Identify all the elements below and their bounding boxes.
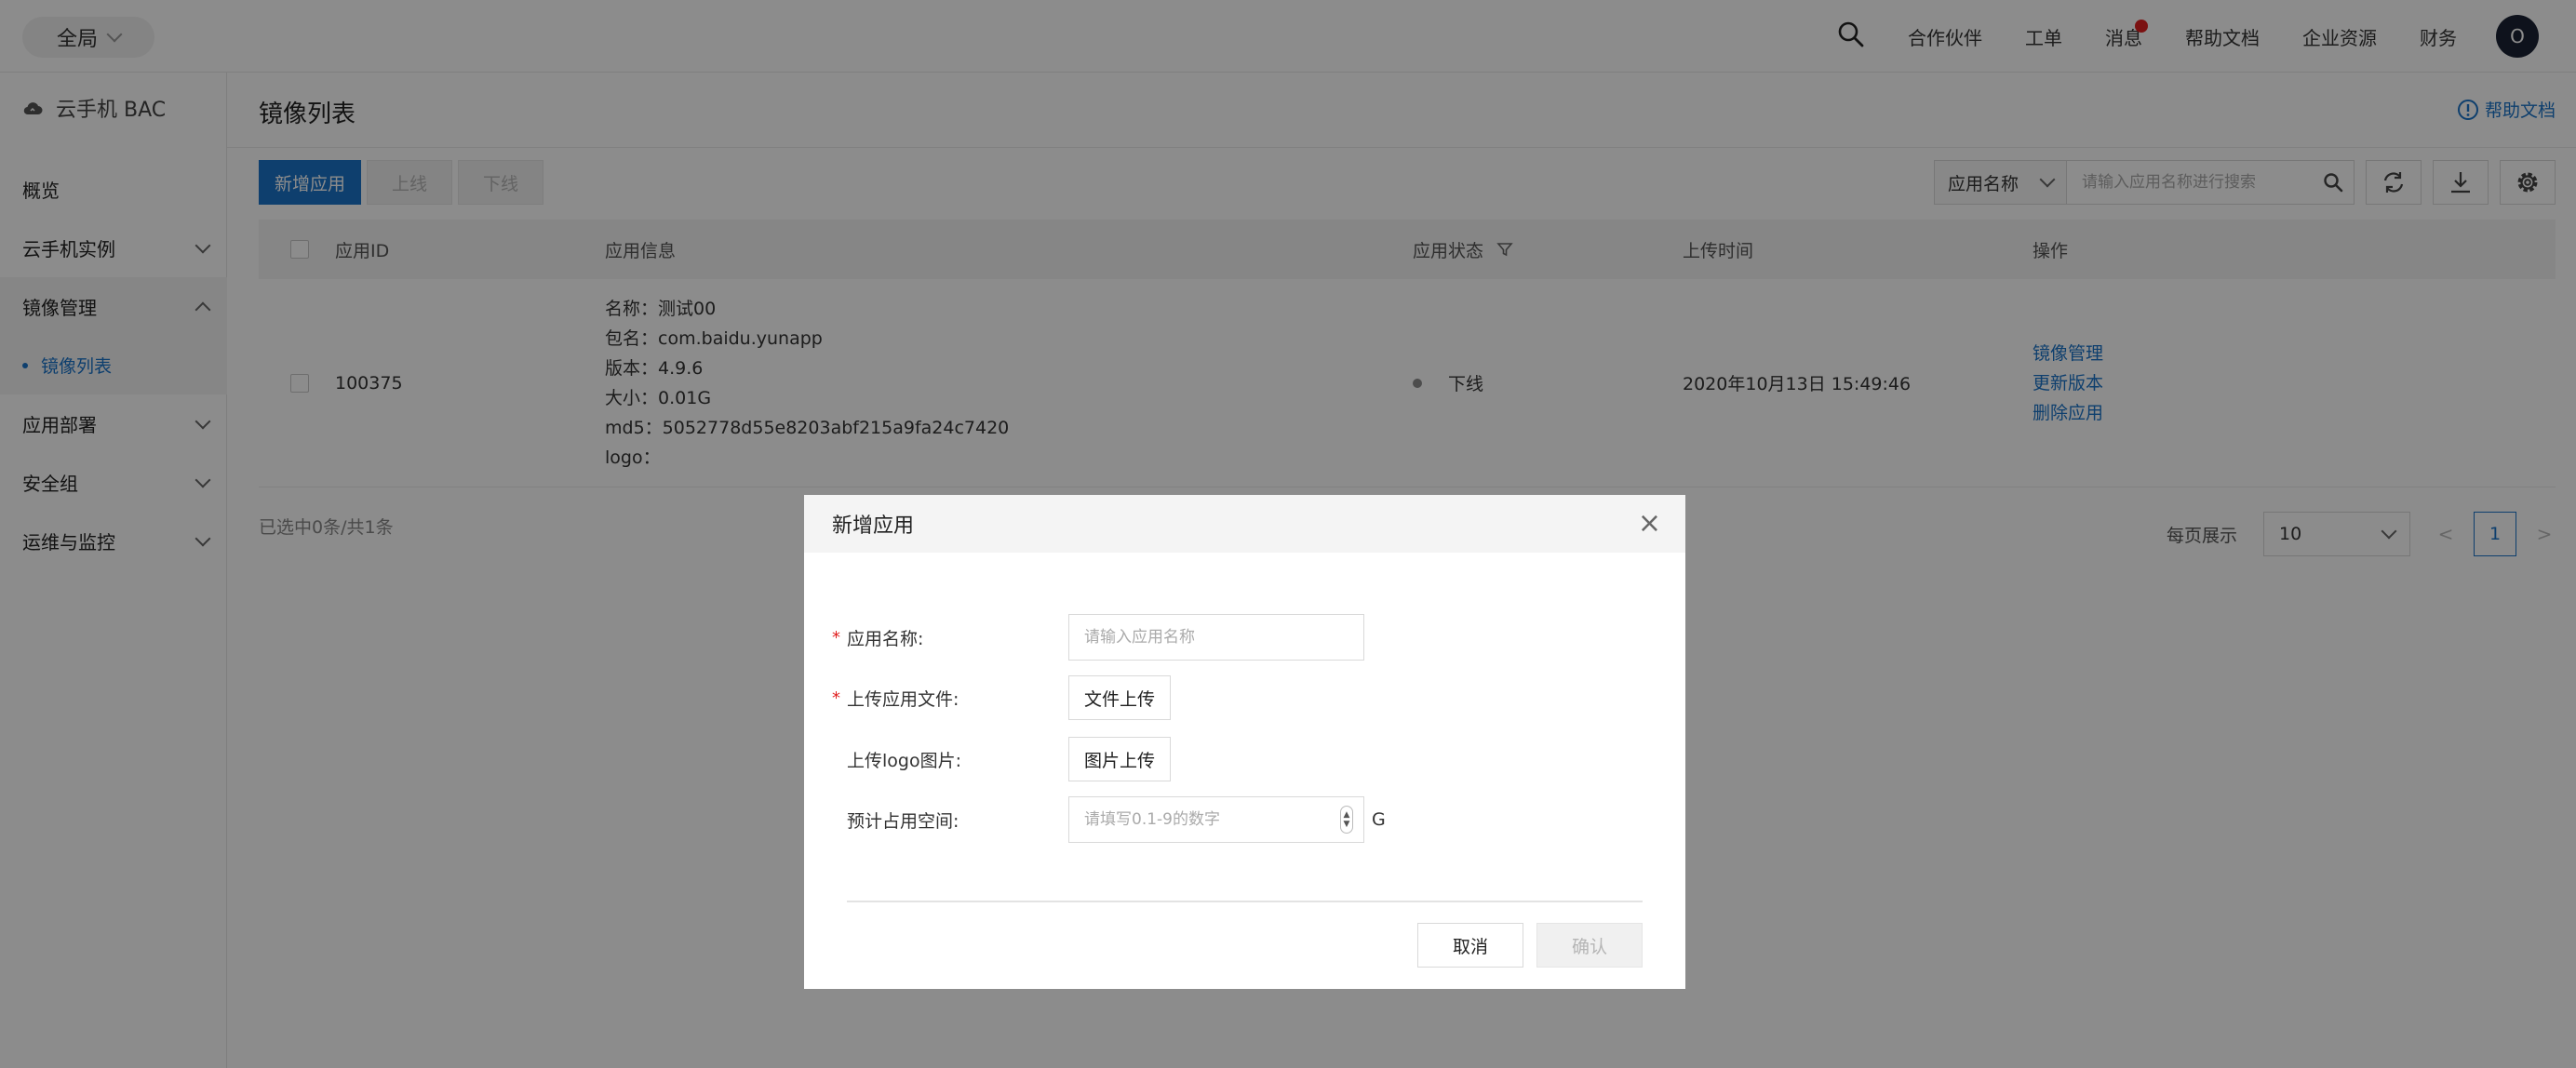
file-upload-button[interactable]: 文件上传 <box>1068 675 1172 720</box>
form-row-logo: 上传logo图片: 图片上传 <box>832 737 1651 781</box>
add-app-dialog: 新增应用 × * 应用名称: * 上传应用文件: 文件上传 上传logo图片: 图片… <box>804 495 1685 989</box>
label-text: 预计占用空间: <box>847 810 959 832</box>
space-label: 预计占用空间: <box>832 808 1068 833</box>
app-file-label: * 上传应用文件: <box>832 686 1068 711</box>
label-text: 上传应用文件: <box>847 688 959 710</box>
required-mark: * <box>832 688 840 708</box>
app-name-input[interactable] <box>1068 614 1364 661</box>
space-input[interactable] <box>1068 796 1364 843</box>
stepper-arrows-icon[interactable]: ▲ ▼ <box>1340 806 1353 834</box>
image-upload-button[interactable]: 图片上传 <box>1068 737 1172 781</box>
label-text: 应用名称: <box>847 628 924 649</box>
form-row-file: * 上传应用文件: 文件上传 <box>832 675 1651 720</box>
app-name-label: * 应用名称: <box>832 625 1068 650</box>
form-row-name: * 应用名称: <box>832 614 1651 661</box>
dialog-actions: 取消 确认 <box>1417 923 1643 968</box>
logo-label: 上传logo图片: <box>832 747 1068 772</box>
confirm-button[interactable]: 确认 <box>1536 923 1643 968</box>
form-row-space: 预计占用空间: ▲▼ G <box>832 796 1651 843</box>
close-icon[interactable]: × <box>1638 510 1661 538</box>
cancel-button[interactable]: 取消 <box>1417 923 1523 968</box>
dialog-header: 新增应用 × <box>804 495 1685 553</box>
space-unit: G <box>1372 809 1386 830</box>
dialog-divider <box>847 901 1643 902</box>
space-stepper: ▲▼ <box>1068 796 1364 843</box>
dialog-title: 新增应用 <box>832 514 915 538</box>
label-text: 上传logo图片: <box>847 750 961 771</box>
required-mark: * <box>832 627 840 647</box>
